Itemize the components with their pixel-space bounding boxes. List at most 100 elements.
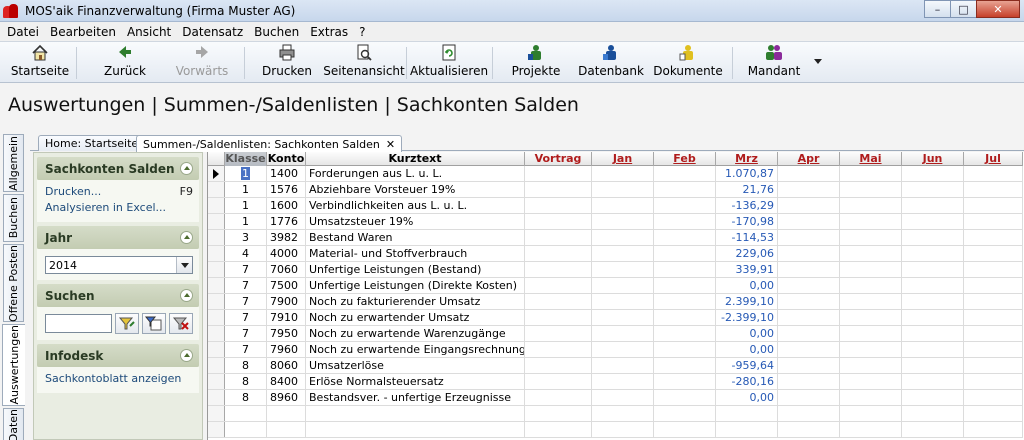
table-cell[interactable]: 2.399,10 [716, 294, 778, 310]
filter-selection-button[interactable] [142, 313, 166, 334]
table-cell[interactable] [840, 246, 902, 262]
table-cell[interactable] [902, 358, 964, 374]
drucken-link[interactable]: Drucken... F9 [45, 184, 193, 200]
table-cell[interactable]: Noch zu erwartende Warenzugänge [306, 326, 525, 342]
table-cell[interactable] [525, 246, 592, 262]
table-cell[interactable] [902, 214, 964, 230]
table-cell[interactable] [964, 230, 1023, 246]
table-cell[interactable] [964, 246, 1023, 262]
table-cell[interactable] [964, 198, 1023, 214]
table-cell[interactable] [964, 422, 1023, 438]
vtab-buchen[interactable]: Buchen [3, 194, 24, 242]
table-row[interactable]: 4 4000 Material- und Stoffverbrauch 229,06 [208, 246, 1023, 262]
table-cell[interactable]: Abziehbare Vorsteuer 19% [306, 182, 525, 198]
table-cell[interactable] [306, 406, 525, 422]
vorwaerts-button[interactable]: Vorwärts [172, 44, 232, 82]
table-row[interactable]: 7 7500 Unfertige Leistungen (Direkte Koste… [208, 278, 1023, 294]
table-cell[interactable]: -136,29 [716, 198, 778, 214]
table-cell[interactable] [840, 358, 902, 374]
row-indicator[interactable] [208, 358, 225, 373]
table-cell[interactable]: Noch zu erwartende Eingangsrechnungen [306, 342, 525, 358]
minimize-button[interactable]: – [924, 0, 951, 18]
table-cell[interactable] [778, 390, 840, 406]
collapse-icon[interactable] [180, 349, 193, 362]
table-cell[interactable] [654, 182, 716, 198]
table-row[interactable]: 1 1776 Umsatzsteuer 19% -170,98 [208, 214, 1023, 230]
collapse-icon[interactable] [180, 289, 193, 302]
table-cell[interactable]: 7 [225, 262, 267, 278]
table-row[interactable]: 7 7950 Noch zu erwartende Warenzugänge 0,00 [208, 326, 1023, 342]
table-cell[interactable]: 7910 [267, 310, 306, 326]
table-cell[interactable] [654, 198, 716, 214]
table-cell[interactable]: Noch zu fakturierender Umsatz [306, 294, 525, 310]
mandant-dropdown-icon[interactable] [814, 59, 822, 64]
table-cell[interactable] [840, 390, 902, 406]
row-indicator[interactable] [208, 182, 225, 197]
table-cell[interactable] [592, 406, 654, 422]
table-cell[interactable] [964, 342, 1023, 358]
table-cell[interactable] [778, 422, 840, 438]
vtab-offene-posten[interactable]: Offene Posten [3, 244, 24, 322]
table-cell[interactable]: 229,06 [716, 246, 778, 262]
table-cell[interactable] [840, 310, 902, 326]
column-header-kurztext[interactable]: Kurztext [306, 152, 525, 166]
table-cell[interactable] [592, 246, 654, 262]
table-cell[interactable] [964, 390, 1023, 406]
table-cell[interactable]: 4 [225, 246, 267, 262]
table-cell[interactable] [840, 278, 902, 294]
table-cell[interactable]: 0,00 [716, 326, 778, 342]
collapse-icon[interactable] [180, 162, 193, 175]
table-row[interactable] [208, 422, 1023, 438]
table-row[interactable]: 7 7900 Noch zu fakturierender Umsatz 2.399,… [208, 294, 1023, 310]
table-cell[interactable] [525, 406, 592, 422]
table-cell[interactable] [840, 182, 902, 198]
menu-ansicht[interactable]: Ansicht [127, 25, 171, 39]
table-cell[interactable]: 1 [225, 166, 267, 182]
table-cell[interactable]: 7 [225, 278, 267, 294]
table-cell[interactable] [778, 294, 840, 310]
seitenansicht-button[interactable]: Seitenansicht [323, 44, 405, 82]
datenbank-button[interactable]: Datenbank [578, 44, 644, 82]
menu-buchen[interactable]: Buchen [254, 25, 299, 39]
table-cell[interactable] [525, 278, 592, 294]
table-cell[interactable] [654, 294, 716, 310]
table-cell[interactable] [654, 406, 716, 422]
table-cell[interactable] [592, 262, 654, 278]
table-cell[interactable]: 3982 [267, 230, 306, 246]
drucken-button[interactable]: Drucken [262, 44, 312, 82]
table-cell[interactable]: Erlöse Normalsteuersatz [306, 374, 525, 390]
table-cell[interactable] [654, 214, 716, 230]
table-cell[interactable] [592, 326, 654, 342]
row-indicator[interactable] [208, 310, 225, 325]
table-row[interactable]: 8 8060 Umsatzerlöse -959,64 [208, 358, 1023, 374]
table-cell[interactable] [902, 182, 964, 198]
table-cell[interactable]: 1 [225, 214, 267, 230]
table-cell[interactable]: 8400 [267, 374, 306, 390]
table-cell[interactable]: 7 [225, 310, 267, 326]
table-cell[interactable] [964, 358, 1023, 374]
column-header-jun[interactable]: Jun [902, 152, 964, 166]
menu-datei[interactable]: Datei [7, 25, 39, 39]
table-cell[interactable]: 21,76 [716, 182, 778, 198]
section-jahr[interactable]: Jahr [37, 226, 199, 249]
table-cell[interactable] [592, 310, 654, 326]
table-cell[interactable] [654, 310, 716, 326]
column-header-klasse[interactable]: Klasse [225, 152, 267, 166]
table-cell[interactable]: 1776 [267, 214, 306, 230]
chevron-down-icon[interactable] [176, 257, 192, 273]
close-tab-icon[interactable]: ✕ [386, 138, 395, 151]
row-indicator[interactable] [208, 198, 225, 213]
table-cell[interactable] [840, 262, 902, 278]
table-cell[interactable] [525, 294, 592, 310]
table-cell[interactable] [654, 326, 716, 342]
table-cell[interactable] [840, 422, 902, 438]
table-cell[interactable] [592, 390, 654, 406]
zurueck-button[interactable]: Zurück [100, 44, 150, 82]
table-cell[interactable] [840, 166, 902, 182]
table-cell[interactable] [840, 198, 902, 214]
column-header-jan[interactable]: Jan [592, 152, 654, 166]
table-row[interactable]: 8 8400 Erlöse Normalsteuersatz -280,16 [208, 374, 1023, 390]
table-cell[interactable] [525, 326, 592, 342]
table-cell[interactable] [525, 422, 592, 438]
table-cell[interactable] [525, 230, 592, 246]
